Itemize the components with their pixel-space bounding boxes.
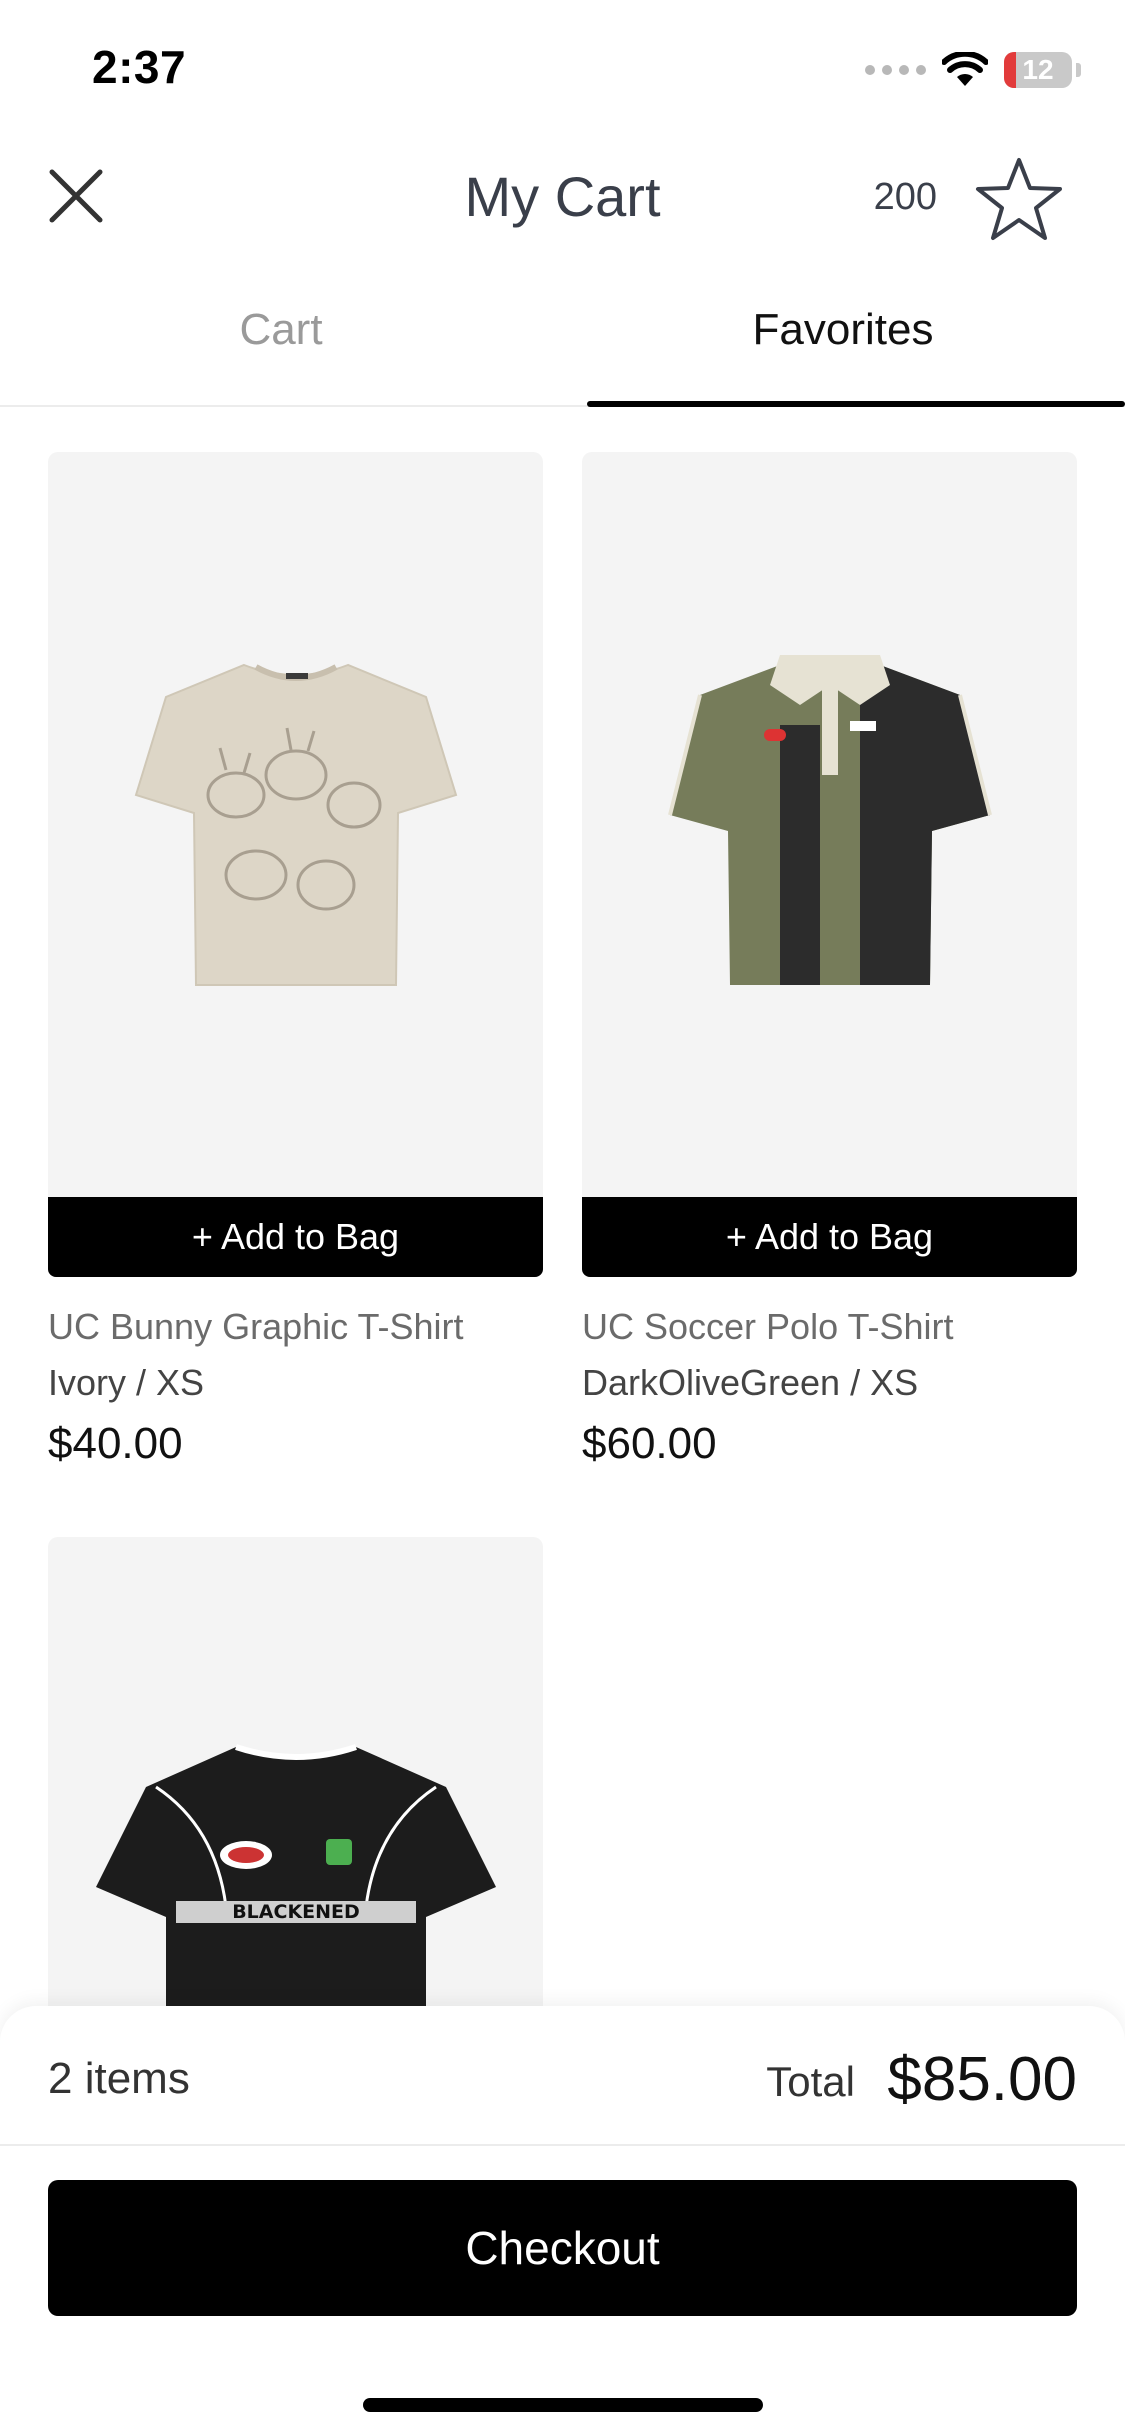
graphic-tshirt-image: BLACKENED	[95, 1744, 496, 2017]
battery-icon: 12	[1004, 52, 1072, 88]
product-name[interactable]: UC Bunny Graphic T-Shirt	[48, 1299, 543, 1355]
cart-summary: 2 items Total $85.00	[0, 2006, 1125, 2146]
add-to-bag-button[interactable]: + Add to Bag	[582, 1197, 1077, 1277]
product-price: $40.00	[48, 1419, 183, 1468]
wifi-icon	[942, 52, 988, 86]
items-count: 2 items	[48, 2054, 190, 2103]
total-label: Total	[766, 2058, 855, 2105]
tab-cart[interactable]: Cart	[0, 305, 562, 355]
header: My Cart 200	[0, 140, 1125, 260]
polo-image	[667, 654, 992, 985]
product-image[interactable]: BLACKENED	[48, 1537, 543, 2017]
tab-favorites[interactable]: Favorites	[562, 305, 1124, 355]
tab-indicator	[587, 401, 1125, 407]
tab-bar: Cart Favorites	[0, 295, 1125, 407]
page-title: My Cart	[464, 165, 661, 228]
checkout-panel: 2 items Total $85.00 Checkout	[0, 2006, 1125, 2436]
battery-level: 12	[1022, 54, 1054, 85]
product-price: $60.00	[582, 1419, 717, 1468]
status-bar: 2:37 12	[0, 0, 1125, 135]
total-value: $85.00	[887, 2045, 1077, 2114]
home-indicator[interactable]	[363, 2398, 763, 2412]
favorites-count: 200	[873, 176, 937, 218]
product-image[interactable]	[48, 452, 543, 1197]
product-card[interactable]: BLACKENED	[48, 1537, 543, 2017]
add-to-bag-button[interactable]: + Add to Bag	[48, 1197, 543, 1277]
product-variant: DarkOliveGreen / XS	[582, 1362, 919, 1403]
product-card[interactable]: + Add to Bag UC Bunny Graphic T-Shirt Iv…	[48, 452, 543, 1469]
product-name[interactable]: UC Soccer Polo T-Shirt	[582, 1299, 1077, 1355]
tshirt-image	[134, 663, 457, 986]
shirt-graphic-text: BLACKENED	[232, 1901, 360, 1923]
cellular-dots-icon	[865, 65, 926, 75]
status-time: 2:37	[92, 41, 187, 93]
checkout-button[interactable]: Checkout	[48, 2180, 1077, 2316]
status-icons: 12	[865, 50, 1081, 90]
product-card[interactable]: + Add to Bag UC Soccer Polo T-Shirt Dark…	[582, 452, 1077, 1469]
product-image[interactable]	[582, 452, 1077, 1197]
product-variant: Ivory / XS	[48, 1362, 205, 1403]
star-icon[interactable]	[973, 154, 1065, 246]
